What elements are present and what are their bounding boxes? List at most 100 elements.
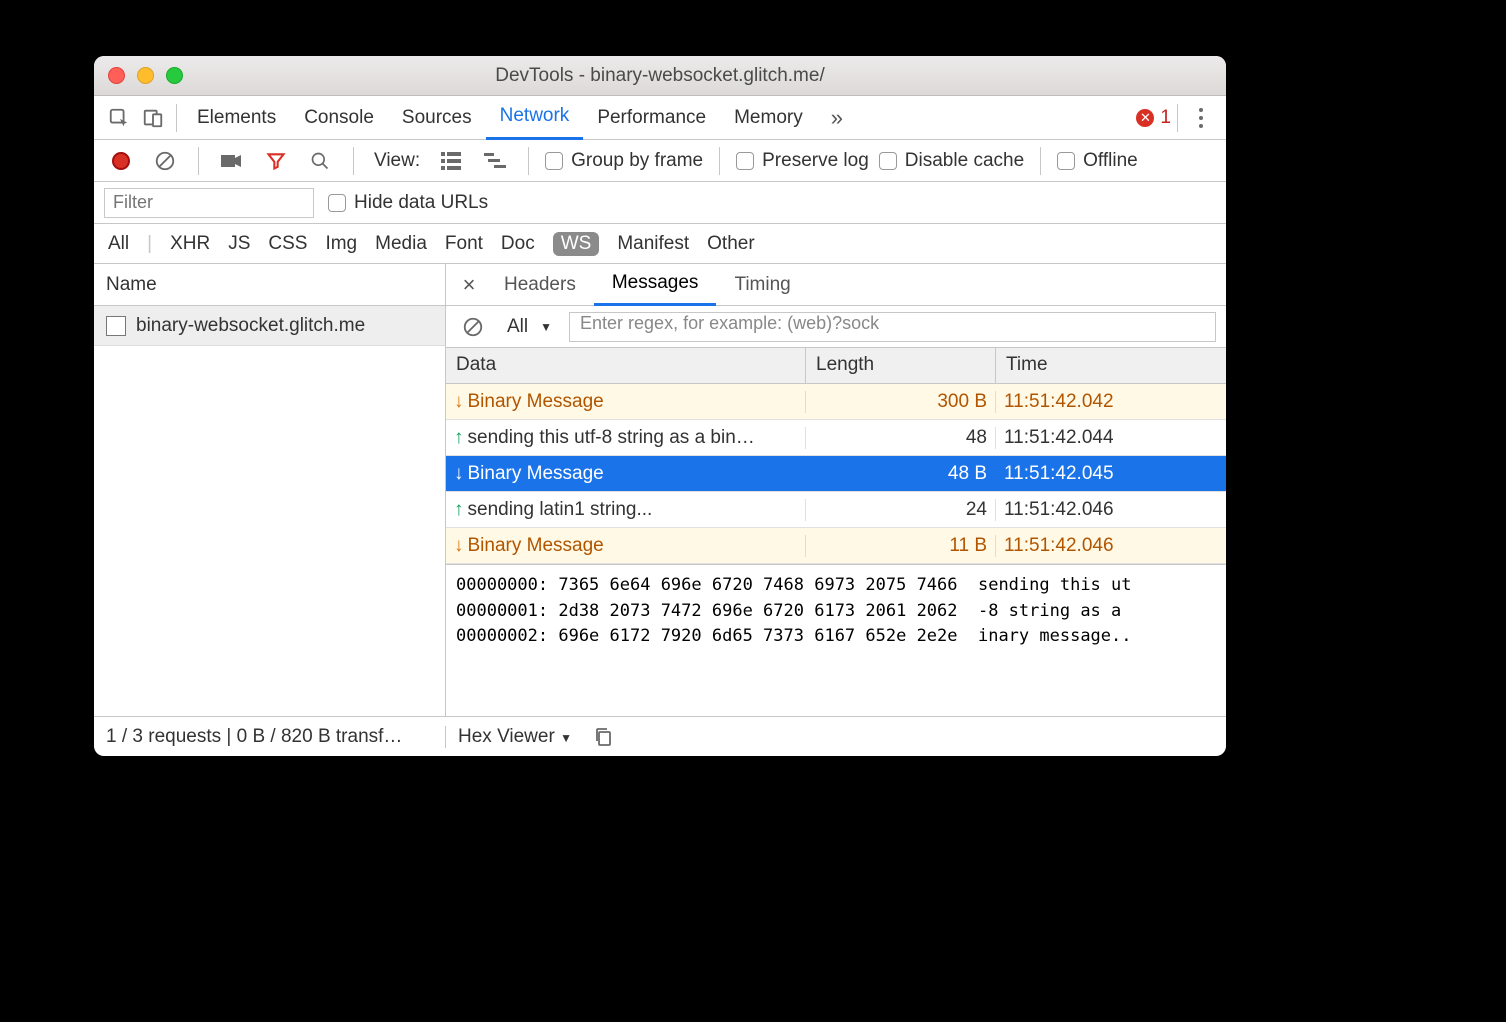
tab-console[interactable]: Console bbox=[290, 96, 388, 140]
type-manifest[interactable]: Manifest bbox=[617, 233, 689, 255]
type-js[interactable]: JS bbox=[228, 233, 250, 255]
tab-sources[interactable]: Sources bbox=[388, 96, 486, 140]
message-time: 11:51:42.046 bbox=[996, 499, 1226, 521]
titlebar: DevTools - binary-websocket.glitch.me/ bbox=[94, 56, 1226, 96]
group-by-frame-checkbox[interactable]: Group by frame bbox=[545, 150, 703, 172]
tab-performance[interactable]: Performance bbox=[583, 96, 720, 140]
type-doc[interactable]: Doc bbox=[501, 233, 535, 255]
tabs-overflow[interactable]: » bbox=[817, 96, 857, 140]
message-row[interactable]: ↓Binary Message 48 B11:51:42.045 bbox=[446, 456, 1226, 492]
error-count-badge[interactable]: ✕ 1 bbox=[1136, 107, 1171, 129]
type-img[interactable]: Img bbox=[325, 233, 357, 255]
window-title: DevTools - binary-websocket.glitch.me/ bbox=[94, 65, 1226, 87]
chevron-down-icon: ▼ bbox=[560, 731, 572, 745]
kebab-menu-icon[interactable] bbox=[1184, 101, 1218, 135]
message-length: 11 B bbox=[806, 535, 996, 557]
col-time-header[interactable]: Time bbox=[996, 348, 1226, 383]
request-name: binary-websocket.glitch.me bbox=[136, 315, 365, 337]
separator bbox=[719, 147, 720, 175]
message-row[interactable]: ↓Binary Message 11 B11:51:42.046 bbox=[446, 528, 1226, 564]
arrow-down-icon: ↓ bbox=[454, 463, 464, 485]
hex-viewer: 00000000: 7365 6e64 696e 6720 7468 6973 … bbox=[446, 564, 1226, 716]
websocket-icon bbox=[106, 316, 126, 336]
col-data-header[interactable]: Data bbox=[446, 348, 806, 383]
type-media[interactable]: Media bbox=[375, 233, 427, 255]
message-data: Binary Message bbox=[468, 535, 604, 557]
message-type-dropdown[interactable]: All ▼ bbox=[500, 311, 559, 343]
message-length: 300 B bbox=[806, 391, 996, 413]
col-length-header[interactable]: Length bbox=[806, 348, 996, 383]
error-icon: ✕ bbox=[1136, 109, 1154, 127]
message-row[interactable]: ↑sending this utf-8 string as a bin…4811… bbox=[446, 420, 1226, 456]
message-time: 11:51:42.045 bbox=[996, 463, 1226, 485]
type-xhr[interactable]: XHR bbox=[170, 233, 210, 255]
type-font[interactable]: Font bbox=[445, 233, 483, 255]
arrow-up-icon: ↑ bbox=[454, 427, 464, 449]
filter-input[interactable] bbox=[104, 188, 314, 218]
waterfall-icon[interactable] bbox=[478, 144, 512, 178]
search-icon[interactable] bbox=[303, 144, 337, 178]
disable-cache-checkbox[interactable]: Disable cache bbox=[879, 150, 1024, 172]
view-label: View: bbox=[370, 150, 424, 172]
message-rows: ↓Binary Message300 B11:51:42.042↑sending… bbox=[446, 384, 1226, 564]
tab-network[interactable]: Network bbox=[486, 96, 584, 140]
message-row[interactable]: ↑sending latin1 string... 2411:51:42.046 bbox=[446, 492, 1226, 528]
inspect-element-icon[interactable] bbox=[102, 101, 136, 135]
message-data: Binary Message bbox=[468, 463, 604, 485]
filter-icon[interactable] bbox=[259, 144, 293, 178]
type-filter-row: All | XHR JS CSS Img Media Font Doc WS M… bbox=[94, 224, 1226, 264]
separator bbox=[198, 147, 199, 175]
type-ws[interactable]: WS bbox=[553, 232, 600, 256]
error-count: 1 bbox=[1160, 107, 1171, 129]
preserve-log-checkbox[interactable]: Preserve log bbox=[736, 150, 869, 172]
separator bbox=[1040, 147, 1041, 175]
message-length: 48 bbox=[806, 427, 996, 449]
message-data: Binary Message bbox=[468, 391, 604, 413]
detail-tabs: × Headers Messages Timing bbox=[446, 264, 1226, 306]
arrow-down-icon: ↓ bbox=[454, 391, 464, 413]
devtools-window: DevTools - binary-websocket.glitch.me/ E… bbox=[94, 56, 1226, 756]
message-data: sending latin1 string... bbox=[468, 499, 653, 521]
network-toolbar: View: Group by frame Preserve log Disabl… bbox=[94, 140, 1226, 182]
arrow-down-icon: ↓ bbox=[454, 535, 464, 557]
separator bbox=[176, 104, 177, 132]
tab-headers[interactable]: Headers bbox=[486, 264, 594, 306]
chevron-down-icon: ▼ bbox=[540, 320, 552, 334]
separator bbox=[353, 147, 354, 175]
request-details: × Headers Messages Timing All ▼ Enter re… bbox=[446, 264, 1226, 716]
name-column-header[interactable]: Name bbox=[94, 264, 445, 306]
message-row[interactable]: ↓Binary Message300 B11:51:42.042 bbox=[446, 384, 1226, 420]
arrow-up-icon: ↑ bbox=[454, 499, 464, 521]
tab-timing[interactable]: Timing bbox=[716, 264, 808, 306]
messages-toolbar: All ▼ Enter regex, for example: (web)?so… bbox=[446, 306, 1226, 348]
panel-tabs: Elements Console Sources Network Perform… bbox=[94, 96, 1226, 140]
hex-viewer-selector[interactable]: Hex Viewer ▼ bbox=[458, 726, 572, 748]
device-toolbar-icon[interactable] bbox=[136, 101, 170, 135]
type-all[interactable]: All bbox=[108, 233, 129, 255]
close-details-icon[interactable]: × bbox=[452, 272, 486, 298]
type-other[interactable]: Other bbox=[707, 233, 755, 255]
request-row[interactable]: binary-websocket.glitch.me bbox=[94, 306, 445, 346]
clear-messages-icon[interactable] bbox=[456, 310, 490, 344]
regex-filter-input[interactable]: Enter regex, for example: (web)?sock bbox=[569, 312, 1216, 342]
message-time: 11:51:42.044 bbox=[996, 427, 1226, 449]
request-list: Name binary-websocket.glitch.me bbox=[94, 264, 446, 716]
tab-messages[interactable]: Messages bbox=[594, 264, 717, 306]
camera-icon[interactable] bbox=[215, 144, 249, 178]
status-summary: 1 / 3 requests | 0 B / 820 B transf… bbox=[94, 726, 446, 748]
separator bbox=[1177, 104, 1178, 132]
clear-icon[interactable] bbox=[148, 144, 182, 178]
message-time: 11:51:42.046 bbox=[996, 535, 1226, 557]
tab-elements[interactable]: Elements bbox=[183, 96, 290, 140]
message-column-headers: Data Length Time bbox=[446, 348, 1226, 384]
hide-data-urls-checkbox[interactable]: Hide data URLs bbox=[328, 192, 488, 214]
copy-icon[interactable] bbox=[586, 720, 620, 754]
large-rows-icon[interactable] bbox=[434, 144, 468, 178]
record-button[interactable] bbox=[104, 144, 138, 178]
network-body: Name binary-websocket.glitch.me × Header… bbox=[94, 264, 1226, 716]
offline-checkbox[interactable]: Offline bbox=[1057, 150, 1138, 172]
type-css[interactable]: CSS bbox=[268, 233, 307, 255]
tab-memory[interactable]: Memory bbox=[720, 96, 817, 140]
message-length: 24 bbox=[806, 499, 996, 521]
message-length: 48 B bbox=[806, 463, 996, 485]
